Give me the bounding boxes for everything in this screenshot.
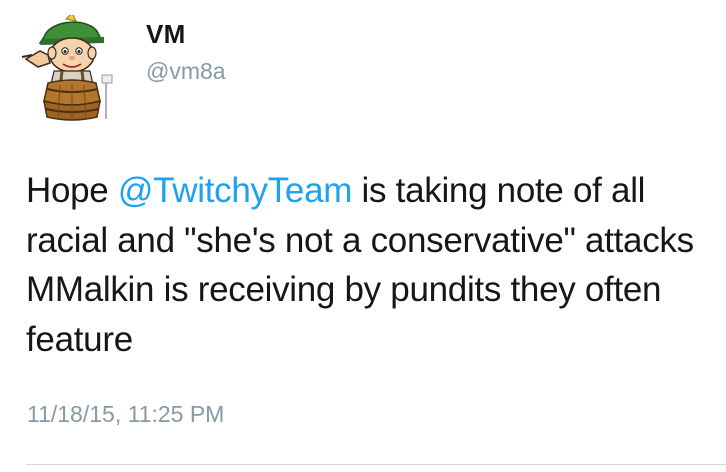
- avatar[interactable]: [20, 12, 124, 121]
- cartoon-boy-in-barrel-icon: [21, 12, 113, 121]
- mention-link[interactable]: @TwitchyTeam: [118, 171, 353, 210]
- username[interactable]: @vm8a: [146, 58, 226, 85]
- tweet-card: VM @vm8a Hope @TwitchyTeam is taking not…: [0, 0, 726, 472]
- timestamp[interactable]: 11/18/15, 11:25 PM: [27, 401, 224, 428]
- display-name[interactable]: VM: [146, 19, 186, 50]
- divider: [26, 464, 726, 465]
- tweet-text-before: Hope: [26, 171, 118, 210]
- tweet-text: Hope @TwitchyTeam is taking note of all …: [26, 166, 716, 364]
